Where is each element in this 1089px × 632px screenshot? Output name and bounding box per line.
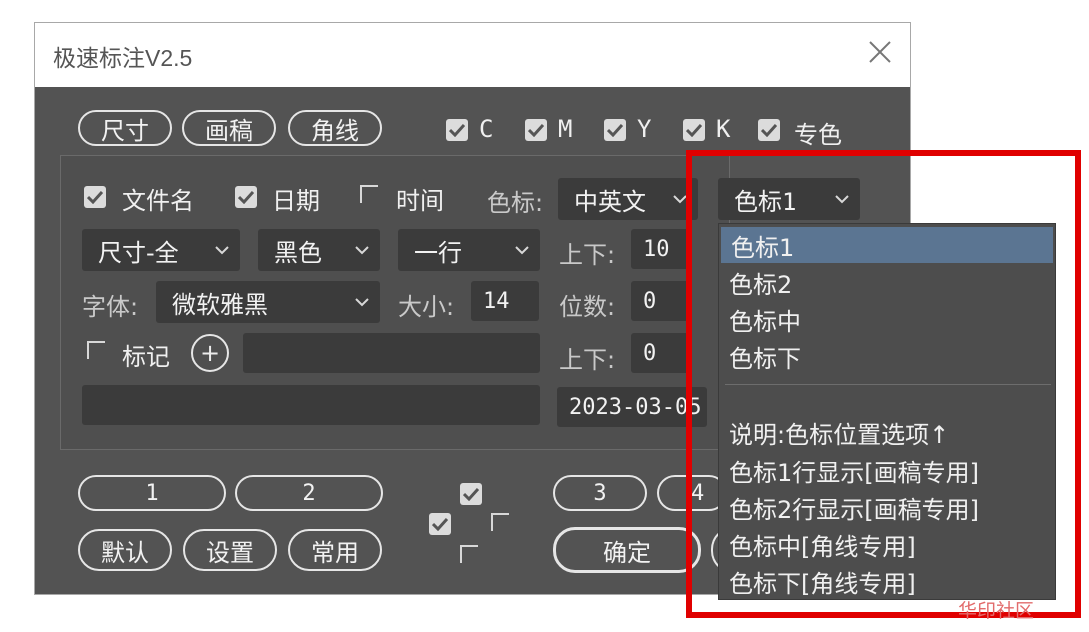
note-input[interactable] xyxy=(82,385,540,425)
time-label: 时间 xyxy=(396,187,444,215)
check-icon xyxy=(686,123,702,137)
size-mode-button[interactable]: 尺寸 xyxy=(78,110,172,146)
add-mark-button[interactable]: + xyxy=(191,334,229,372)
date-label: 日期 xyxy=(272,187,320,215)
confirm-button[interactable]: 确定 xyxy=(553,527,701,573)
check-icon xyxy=(87,190,103,204)
settings-button[interactable]: 设置 xyxy=(183,529,277,571)
common-button[interactable]: 常用 xyxy=(288,529,382,571)
check-icon xyxy=(449,123,465,137)
updown-label: 上下: xyxy=(559,241,616,269)
updown2-label: 上下: xyxy=(559,346,616,374)
date-checkbox[interactable] xyxy=(235,186,257,208)
font-label: 字体: xyxy=(82,293,139,321)
filename-checkbox[interactable] xyxy=(84,186,106,208)
draft-mode-button[interactable]: 画稿 xyxy=(182,110,276,146)
channel-k-label: K xyxy=(716,115,731,143)
digits-input[interactable]: 0 xyxy=(631,281,691,321)
size-type-value: 尺寸-全 xyxy=(98,238,179,267)
font-value: 微软雅黑 xyxy=(172,290,268,319)
check-icon xyxy=(432,517,448,531)
check-icon xyxy=(607,123,623,137)
font-dropdown[interactable]: 微软雅黑 xyxy=(156,281,380,323)
channel-m-checkbox[interactable] xyxy=(525,119,547,141)
check-icon xyxy=(463,487,479,501)
default-button[interactable]: 默认 xyxy=(78,529,172,571)
fontsize-input[interactable]: 14 xyxy=(471,281,539,321)
chevron-down-icon xyxy=(355,246,369,255)
window-title: 极速标注V2.5 xyxy=(53,45,193,71)
position-top-checkbox[interactable] xyxy=(460,483,482,505)
title-bar: 极速标注V2.5 xyxy=(35,23,910,87)
check-icon xyxy=(238,190,254,204)
plus-icon: + xyxy=(199,339,221,367)
color-value: 黑色 xyxy=(274,238,322,267)
language-value: 中英文 xyxy=(574,187,646,216)
fontsize-label: 大小: xyxy=(398,293,455,321)
position-left-checkbox[interactable] xyxy=(429,513,451,535)
language-dropdown[interactable]: 中英文 xyxy=(558,178,698,220)
updown-input[interactable]: 10 xyxy=(631,229,691,269)
channel-spot-checkbox[interactable] xyxy=(758,119,780,141)
color-dropdown[interactable]: 黑色 xyxy=(258,229,380,271)
colormark-label: 色标: xyxy=(487,189,544,217)
digits-label: 位数: xyxy=(559,293,616,321)
time-checkbox[interactable] xyxy=(360,185,378,203)
preset-3-button[interactable]: 3 xyxy=(553,475,647,511)
preset-2-button[interactable]: 2 xyxy=(235,475,383,511)
chevron-down-icon xyxy=(215,246,229,255)
chevron-down-icon xyxy=(515,246,529,255)
preset-1-button[interactable]: 1 xyxy=(78,475,226,511)
channel-y-label: Y xyxy=(637,115,652,143)
position-bottom-checkbox[interactable] xyxy=(460,545,478,563)
chevron-down-icon xyxy=(355,298,369,307)
annotation-highlight-box xyxy=(686,150,1081,618)
cornerline-mode-button[interactable]: 角线 xyxy=(288,110,382,146)
lines-dropdown[interactable]: 一行 xyxy=(398,229,540,271)
channel-c-checkbox[interactable] xyxy=(446,119,468,141)
position-right-checkbox[interactable] xyxy=(491,513,509,531)
close-icon[interactable] xyxy=(863,35,897,69)
channel-m-label: M xyxy=(558,115,573,143)
channel-c-label: C xyxy=(479,115,494,143)
mark-label: 标记 xyxy=(122,343,170,371)
check-icon xyxy=(528,123,544,137)
check-icon xyxy=(761,123,777,137)
size-type-dropdown[interactable]: 尺寸-全 xyxy=(82,229,240,271)
channel-k-checkbox[interactable] xyxy=(683,119,705,141)
updown2-input[interactable]: 0 xyxy=(631,333,691,373)
mark-checkbox[interactable] xyxy=(87,341,105,359)
filename-label: 文件名 xyxy=(122,187,194,215)
channel-spot-label: 专色 xyxy=(794,121,842,149)
lines-value: 一行 xyxy=(414,238,462,267)
watermark-text: 华印社区 xyxy=(958,600,1035,622)
channel-y-checkbox[interactable] xyxy=(604,119,626,141)
mark-input[interactable] xyxy=(243,333,540,373)
date-input[interactable]: 2023-03-05 xyxy=(557,387,707,427)
